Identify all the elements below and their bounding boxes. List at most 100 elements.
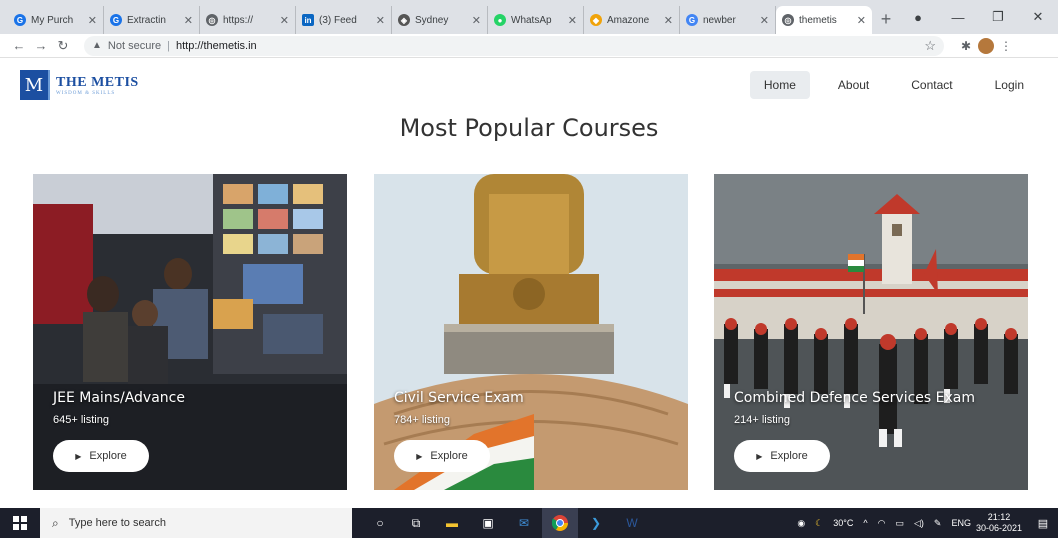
course-title: JEE Mains/Advance: [53, 390, 185, 406]
windows-start-icon[interactable]: [0, 508, 40, 538]
windows-taskbar: ⌕ Type here to search ○ ⧉ ▬ ▣ ✉ ❯ W ◉ ☾ …: [0, 508, 1058, 538]
pen-icon[interactable]: ✎: [934, 518, 942, 529]
star-icon[interactable]: ☆: [924, 38, 936, 54]
reload-icon[interactable]: ↻: [52, 38, 74, 54]
cortana-icon[interactable]: ○: [362, 508, 398, 538]
tab-title: Sydney: [415, 14, 449, 26]
close-icon[interactable]: ✕: [760, 14, 769, 27]
battery-icon[interactable]: ▭: [895, 518, 904, 529]
security-label: Not secure: [107, 39, 162, 52]
site-logo[interactable]: M THE METIS WISDOM & SKILLS: [20, 70, 139, 100]
minimize-icon[interactable]: —: [938, 10, 978, 25]
warning-icon[interactable]: ▲: [92, 40, 102, 51]
close-icon[interactable]: ✕: [472, 14, 481, 27]
explore-label: Explore: [89, 450, 127, 462]
logo-tagline: WISDOM & SKILLS: [56, 90, 116, 96]
globe-icon: ◎: [206, 14, 218, 26]
menu-dots-icon[interactable]: ⋮: [994, 39, 1018, 53]
course-card-jee[interactable]: JEE Mains/Advance 645+ listing ▶ Explore: [33, 174, 347, 490]
divider: |: [167, 39, 170, 52]
search-icon: ⌕: [52, 515, 59, 530]
chrome-icon[interactable]: [542, 508, 578, 538]
close-icon[interactable]: ✕: [857, 14, 866, 27]
task-view-icon[interactable]: ⧉: [398, 508, 434, 538]
tab-title: newber: [703, 14, 736, 26]
browser-tab-4[interactable]: in (3) Feed ✕: [296, 6, 392, 34]
mail-icon[interactable]: ✉: [506, 508, 542, 538]
address-bar: ← → ↻ ▲ Not secure | http://themetis.in …: [0, 34, 1058, 58]
browser-tab-3[interactable]: ◎ https:// ✕: [200, 6, 296, 34]
browser-tab-active[interactable]: ◎ themetis ✕: [776, 6, 872, 34]
taskbar-search-input[interactable]: ⌕ Type here to search: [40, 508, 352, 538]
amazon-icon: ◆: [590, 14, 602, 26]
file-explorer-icon[interactable]: ▬: [434, 508, 470, 538]
avatar[interactable]: [978, 37, 994, 54]
browser-tab-2[interactable]: G Extractin ✕: [104, 6, 200, 34]
browser-tab-7[interactable]: ◆ Amazone ✕: [584, 6, 680, 34]
explore-button[interactable]: ▶ Explore: [53, 440, 149, 472]
course-listing: 784+ listing: [394, 414, 450, 426]
logo-name: THE METIS: [56, 74, 139, 90]
clock-date: 30-06-2021: [975, 523, 1022, 533]
play-icon: ▶: [756, 451, 763, 461]
linkedin-icon: in: [302, 14, 314, 26]
forward-arrow-icon[interactable]: →: [30, 38, 52, 53]
browser-tab-6[interactable]: ● WhatsAp ✕: [488, 6, 584, 34]
new-tab-button[interactable]: +: [872, 6, 900, 34]
chevron-up-icon[interactable]: ^: [863, 518, 867, 528]
explore-button[interactable]: ▶ Explore: [734, 440, 830, 472]
tab-title: https://: [223, 14, 254, 26]
google-icon: G: [686, 14, 698, 26]
tab-title: Extractin: [127, 14, 166, 26]
nav-login[interactable]: Login: [981, 71, 1038, 99]
weather-icon[interactable]: ☾: [815, 518, 823, 529]
tab-title: WhatsAp: [511, 14, 552, 26]
nav-about[interactable]: About: [824, 71, 883, 99]
browser-tab-8[interactable]: Gnewber ✕: [680, 6, 776, 34]
close-icon[interactable]: ✕: [88, 14, 97, 27]
browser-tab-strip: G My Purch ✕ G Extractin ✕ ◎ https:// ✕ in (3) …: [0, 0, 1058, 34]
close-window-icon[interactable]: ✕: [1018, 9, 1058, 25]
store-icon[interactable]: ▣: [470, 508, 506, 538]
search-placeholder: Type here to search: [68, 517, 166, 529]
back-arrow-icon[interactable]: ←: [8, 38, 30, 53]
network-icon[interactable]: ◠: [878, 518, 886, 529]
omnibox[interactable]: ▲ Not secure | http://themetis.in ☆: [84, 35, 944, 56]
system-tray: ◉ ☾ 30°C ^ ◠ ▭ ◁) ✎ ENG 21:12 30-06-2021…: [792, 508, 1058, 538]
whatsapp-icon: ●: [494, 14, 506, 26]
word-icon[interactable]: W: [614, 508, 650, 538]
vscode-icon[interactable]: ❯: [578, 508, 614, 538]
close-icon[interactable]: ✕: [568, 14, 577, 27]
course-card-defence[interactable]: Combined Defence Services Exam 214+ list…: [714, 174, 1028, 490]
close-icon[interactable]: ✕: [376, 14, 385, 27]
notification-icon[interactable]: ▤: [1028, 508, 1058, 538]
restore-icon[interactable]: ❐: [978, 9, 1018, 25]
course-card-civil-service[interactable]: Civil Service Exam 784+ listing ▶ Explore: [374, 174, 688, 490]
tab-title: (3) Feed: [319, 14, 357, 26]
explore-button[interactable]: ▶ Explore: [394, 440, 490, 472]
window-controls: ● — ❐ ✕: [898, 0, 1058, 34]
browser-tab-1[interactable]: G My Purch ✕: [8, 6, 104, 34]
explore-label: Explore: [430, 450, 468, 462]
nav-contact[interactable]: Contact: [897, 71, 966, 99]
close-icon[interactable]: ✕: [664, 14, 673, 27]
volume-icon[interactable]: ◁): [914, 518, 924, 529]
course-title: Civil Service Exam: [394, 390, 524, 406]
logo-mark: M: [20, 70, 50, 100]
tab-title: My Purch: [31, 14, 74, 26]
close-icon[interactable]: ✕: [280, 14, 289, 27]
url-text: http://themetis.in: [175, 39, 257, 52]
user-icon[interactable]: ◉: [797, 518, 805, 529]
browser-tab-5[interactable]: ◈ Sydney ✕: [392, 6, 488, 34]
extensions-icon[interactable]: ✱: [954, 39, 978, 53]
google-icon: G: [110, 14, 122, 26]
close-icon[interactable]: ✕: [184, 14, 193, 27]
tab-title: Amazone: [607, 14, 650, 26]
shield-icon: ◈: [398, 14, 410, 26]
clock[interactable]: 21:12 30-06-2021: [976, 512, 1022, 534]
site-navbar: M THE METIS WISDOM & SKILLS Home About C…: [0, 59, 1058, 111]
language-label[interactable]: ENG: [951, 518, 971, 528]
account-circle-icon[interactable]: ●: [898, 10, 938, 25]
course-listing: 645+ listing: [53, 414, 109, 426]
nav-home[interactable]: Home: [749, 71, 810, 99]
